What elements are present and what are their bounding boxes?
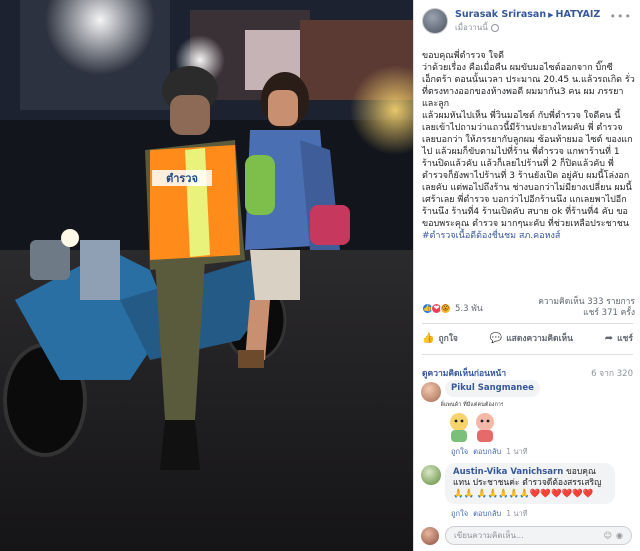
commenter-name[interactable]: Pikul Sangmanee	[451, 383, 534, 393]
post-paragraph: แล้วผมหันไปเห็น พี่วินมอไซต์ กับพี่ตำรวจ…	[422, 111, 633, 229]
comment-time[interactable]: 1 นาที	[506, 446, 527, 458]
more-options-icon[interactable]: •••	[610, 10, 632, 23]
camera-icon[interactable]: ◉	[616, 531, 623, 540]
globe-icon	[490, 24, 499, 32]
comment-bubble: Pikul Sangmanee	[445, 380, 540, 397]
comment-time[interactable]: 1 นาที	[506, 508, 527, 520]
post-paragraph: ขอบคุณพี่ตำรวจ ใจดี	[422, 51, 505, 61]
wow-reaction-icon[interactable]: 😮	[440, 302, 451, 314]
commenter-avatar[interactable]	[421, 465, 441, 485]
share-label: แชร์	[617, 334, 633, 344]
reaction-count[interactable]: 5.3 พัน	[455, 301, 483, 315]
author-name[interactable]: Surasak Srirasan	[455, 9, 546, 20]
photo-scene: ตำรวจ	[0, 0, 413, 551]
reaction-bar: 👍 ❤ 😮 5.3 พัน ความคิดเห็น 333 รายการ แชร…	[422, 297, 635, 319]
panda-sticker: พี่แพนด้า ที่มีแต่คนต้องการ	[441, 400, 503, 442]
post-time[interactable]: เมื่อวานนี้	[455, 22, 488, 34]
comment-like-link[interactable]: ถูกใจ	[451, 446, 468, 458]
emoji-icon[interactable]: ☺	[604, 531, 612, 540]
comment-label: แสดงความคิดเห็น	[506, 334, 573, 344]
post-photo[interactable]: ตำรวจ	[0, 0, 413, 551]
comment-actions: ถูกใจ ตอบกลับ 1 นาที	[451, 508, 528, 520]
triangle-right-icon: ▶	[548, 11, 554, 19]
share-count[interactable]: แชร์ 371 ครั้ง	[583, 308, 635, 318]
commenter-name[interactable]: Austin-Vika Vanichsarn	[453, 467, 563, 477]
hashtag-link[interactable]: #ตำรวจเนื้อดีต้องชื่นชม สภ.คอหงส์	[422, 230, 635, 242]
author-avatar[interactable]	[422, 8, 448, 34]
sticker-caption: พี่แพนด้า ที่มีแต่คนต้องการ	[441, 400, 503, 408]
comment-like-link[interactable]: ถูกใจ	[451, 508, 468, 520]
like-button[interactable]: 👍 ถูกใจ	[422, 331, 458, 345]
view-previous-comments-link[interactable]: ดูความคิดเห็นก่อนหน้า	[422, 366, 506, 380]
like-label: ถูกใจ	[438, 334, 458, 344]
divider	[422, 354, 633, 355]
commenter-avatar[interactable]	[421, 382, 441, 402]
comment-actions: ถูกใจ ตอบกลับ 1 นาที	[451, 446, 528, 458]
thumbs-up-icon: 👍	[422, 332, 435, 344]
comment-composer: เขียนความคิดเห็น... ☺ ◉	[421, 526, 632, 545]
speech-bubble-icon: 💬	[489, 332, 503, 344]
comment-input[interactable]: เขียนความคิดเห็น... ☺ ◉	[445, 526, 632, 545]
vest-text: ตำรวจ	[166, 172, 198, 185]
comment-count[interactable]: ความคิดเห็น 333 รายการ	[538, 297, 635, 307]
post-header: Surasak Srirasan ▶ HATYAIZ เมื่อวานนี้	[422, 8, 600, 34]
comment-placeholder: เขียนความคิดเห็น...	[454, 531, 524, 540]
current-user-avatar	[421, 526, 439, 545]
divider	[422, 323, 633, 324]
share-arrow-icon: ➦	[604, 332, 614, 344]
comment-button[interactable]: 💬 แสดงความคิดเห็น	[490, 331, 573, 345]
action-bar: 👍 ถูกใจ 💬 แสดงความคิดเห็น ➦ แชร์	[422, 331, 633, 345]
page-name[interactable]: HATYAIZ	[556, 9, 601, 20]
post-text: ขอบคุณพี่ตำรวจ ใจดี ว่าด้วยเรื่อง คือเมื…	[422, 50, 635, 242]
share-button[interactable]: ➦ แชร์	[605, 331, 633, 345]
comment-pagination: 6 จาก 320	[591, 369, 633, 379]
post-paragraph: ว่าด้วยเรื่อง คือเมื่อคืน ผมขับมอไซต์ออก…	[422, 63, 635, 109]
comment-reply-link[interactable]: ตอบกลับ	[473, 446, 501, 458]
comment-reply-link[interactable]: ตอบกลับ	[473, 508, 501, 520]
comment-bubble: Austin-Vika Vanichsarn ขอบคุณแทน ประชาชน…	[445, 463, 615, 504]
